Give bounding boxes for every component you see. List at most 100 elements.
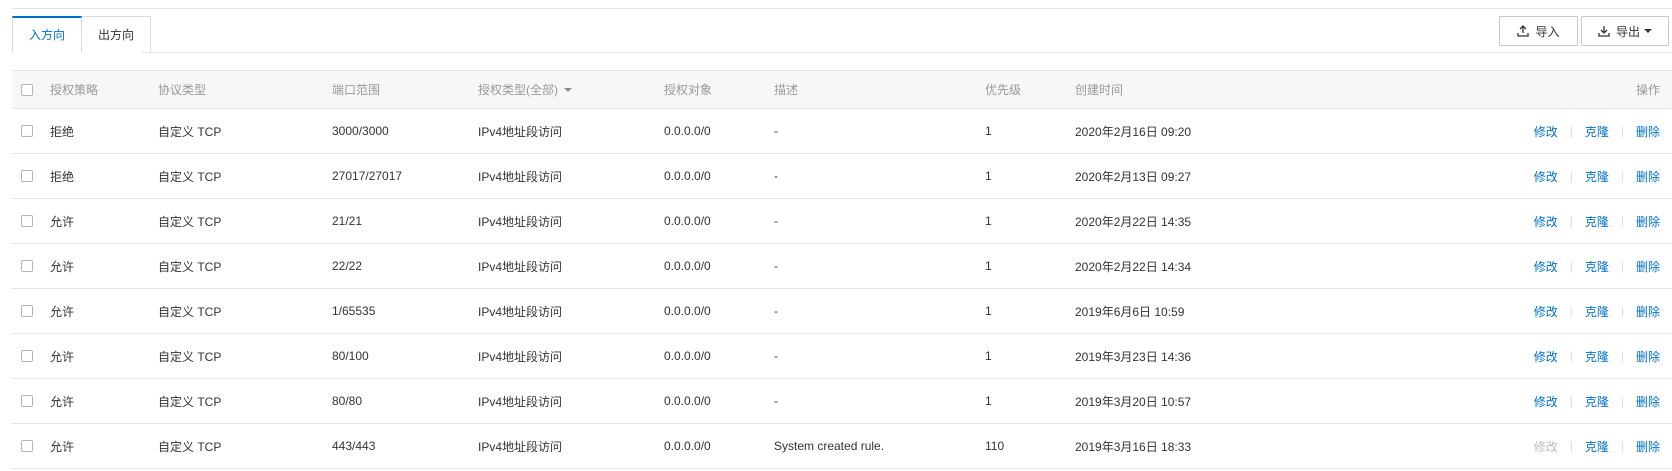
cell-created: 2019年3月16日 18:33: [1075, 439, 1192, 454]
cell-policy: 拒绝: [50, 169, 75, 184]
edit-link[interactable]: 修改: [1534, 348, 1558, 365]
cell-auth-type: IPv4地址段访问: [478, 304, 563, 319]
cell-created: 2020年2月13日 09:27: [1075, 169, 1192, 184]
action-separator: |: [1569, 214, 1573, 228]
row-checkbox[interactable]: [21, 440, 33, 452]
delete-link[interactable]: 删除: [1636, 168, 1660, 185]
delete-link[interactable]: 删除: [1636, 438, 1660, 455]
cell-object: 0.0.0.0/0: [664, 124, 711, 138]
cell-description: -: [774, 124, 778, 138]
delete-link[interactable]: 删除: [1636, 303, 1660, 320]
row-checkbox[interactable]: [21, 215, 33, 227]
cell-policy: 允许: [50, 259, 75, 274]
cell-protocol: 自定义 TCP: [158, 394, 222, 409]
cell-object: 0.0.0.0/0: [664, 214, 711, 228]
edit-link[interactable]: 修改: [1534, 393, 1558, 410]
action-separator: |: [1620, 259, 1624, 273]
cell-port: 1/65535: [332, 304, 376, 318]
edit-link[interactable]: 修改: [1534, 168, 1558, 185]
row-checkbox[interactable]: [21, 260, 33, 272]
delete-link[interactable]: 删除: [1636, 213, 1660, 230]
cell-created: 2020年2月22日 14:35: [1075, 214, 1192, 229]
clone-link[interactable]: 克隆: [1585, 123, 1609, 140]
cell-description: -: [774, 169, 778, 183]
row-checkbox[interactable]: [21, 125, 33, 137]
clone-link[interactable]: 克隆: [1585, 348, 1609, 365]
table-row: 拒绝 自定义 TCP 3000/3000 IPv4地址段访问 0.0.0.0/0 - 1 20…: [12, 109, 1672, 154]
import-button[interactable]: 导入: [1499, 16, 1578, 46]
row-checkbox[interactable]: [21, 350, 33, 362]
cell-priority: 1: [985, 394, 992, 408]
action-separator: |: [1569, 394, 1573, 408]
row-checkbox[interactable]: [21, 170, 33, 182]
row-actions: 修改 | 克隆 | 删除: [1534, 289, 1660, 333]
cell-object: 0.0.0.0/0: [664, 304, 711, 318]
action-separator: |: [1569, 124, 1573, 138]
clone-link[interactable]: 克隆: [1585, 258, 1609, 275]
header-policy: 授权策略: [50, 83, 99, 97]
cell-policy: 拒绝: [50, 124, 75, 139]
header-protocol: 协议类型: [158, 83, 207, 97]
cell-port: 27017/27017: [332, 169, 403, 183]
cell-priority: 1: [985, 349, 992, 363]
cell-created: 2020年2月16日 09:20: [1075, 124, 1192, 139]
row-checkbox[interactable]: [21, 395, 33, 407]
row-checkbox[interactable]: [21, 305, 33, 317]
header-priority: 优先级: [985, 83, 1022, 97]
cell-priority: 110: [985, 439, 1005, 453]
clone-link[interactable]: 克隆: [1585, 393, 1609, 410]
direction-tabs: 入方向 出方向: [12, 16, 152, 53]
cell-policy: 允许: [50, 349, 75, 364]
cell-port: 80/80: [332, 394, 363, 408]
header-description: 描述: [774, 83, 799, 97]
clone-link[interactable]: 克隆: [1585, 438, 1609, 455]
clone-link[interactable]: 克隆: [1585, 168, 1609, 185]
action-separator: |: [1620, 439, 1624, 453]
header-created: 创建时间: [1075, 83, 1124, 97]
cell-object: 0.0.0.0/0: [664, 349, 711, 363]
action-separator: |: [1620, 124, 1624, 138]
cell-policy: 允许: [50, 394, 75, 409]
table-row: 允许 自定义 TCP 21/21 IPv4地址段访问 0.0.0.0/0 - 1 2020年2…: [12, 199, 1672, 244]
action-separator: |: [1620, 214, 1624, 228]
table-row: 拒绝 自定义 TCP 27017/27017 IPv4地址段访问 0.0.0.0/0 - 1…: [12, 154, 1672, 199]
delete-link[interactable]: 删除: [1636, 123, 1660, 140]
export-button[interactable]: 导出: [1581, 16, 1669, 46]
edit-link[interactable]: 修改: [1534, 123, 1558, 140]
cell-priority: 1: [985, 259, 992, 273]
clone-link[interactable]: 克隆: [1585, 213, 1609, 230]
tab-inbound[interactable]: 入方向: [12, 16, 83, 53]
cell-protocol: 自定义 TCP: [158, 214, 222, 229]
cell-protocol: 自定义 TCP: [158, 124, 222, 139]
select-all-checkbox[interactable]: [21, 83, 33, 96]
action-separator: |: [1620, 349, 1624, 363]
cell-protocol: 自定义 TCP: [158, 439, 222, 454]
cell-port: 21/21: [332, 214, 363, 228]
delete-link[interactable]: 删除: [1636, 258, 1660, 275]
header-auth-type-filter[interactable]: 授权类型(全部): [478, 71, 572, 108]
upload-icon: [1517, 25, 1530, 37]
cell-description: -: [774, 304, 778, 318]
download-icon: [1598, 26, 1610, 37]
tab-divider: [141, 52, 1672, 53]
row-actions: 修改 | 克隆 | 删除: [1534, 109, 1660, 153]
edit-link[interactable]: 修改: [1534, 303, 1558, 320]
edit-link[interactable]: 修改: [1534, 258, 1558, 275]
action-separator: |: [1569, 259, 1573, 273]
cell-auth-type: IPv4地址段访问: [478, 394, 563, 409]
cell-description: System created rule.: [774, 439, 885, 453]
cell-priority: 1: [985, 124, 992, 138]
cell-created: 2019年3月23日 14:36: [1075, 349, 1192, 364]
action-separator: |: [1569, 439, 1573, 453]
cell-port: 3000/3000: [332, 124, 389, 138]
edit-link[interactable]: 修改: [1534, 213, 1558, 230]
cell-created: 2020年2月22日 14:34: [1075, 259, 1192, 274]
export-label: 导出: [1615, 24, 1640, 39]
delete-link[interactable]: 删除: [1636, 348, 1660, 365]
delete-link[interactable]: 删除: [1636, 393, 1660, 410]
tab-outbound[interactable]: 出方向: [82, 16, 152, 53]
clone-link[interactable]: 克隆: [1585, 303, 1609, 320]
action-separator: |: [1569, 349, 1573, 363]
cell-protocol: 自定义 TCP: [158, 169, 222, 184]
cell-auth-type: IPv4地址段访问: [478, 214, 563, 229]
